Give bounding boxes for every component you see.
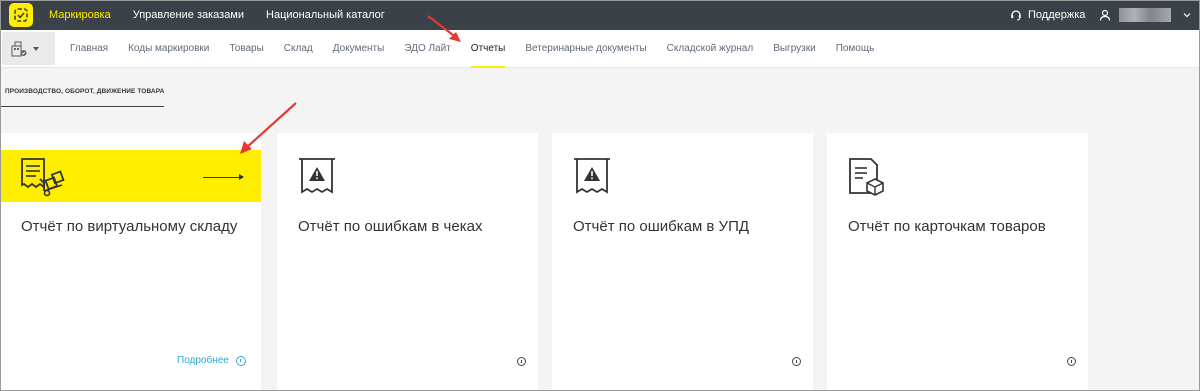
section-tab-production[interactable]: ПРОИЗВОДСТВО, ОБОРОТ, ДВИЖЕНИЕ ТОВАРА (5, 88, 164, 95)
user-menu[interactable] (1099, 0, 1191, 30)
top-nav-marking[interactable]: Маркировка (49, 9, 111, 21)
chevron-down-icon (1183, 13, 1191, 18)
top-nav-catalog[interactable]: Национальный каталог (266, 9, 385, 21)
support-label: Поддержка (1028, 9, 1086, 21)
top-nav: Маркировка Управление заказами Националь… (49, 0, 407, 30)
more-link[interactable]: Подробнее (177, 355, 246, 366)
receipt-warning-icon (299, 158, 335, 194)
card-arrow-icon[interactable] (203, 174, 244, 180)
top-bar: Маркировка Управление заказами Националь… (0, 0, 1200, 30)
subnav-item-warehouse-journal[interactable]: Складской журнал (667, 30, 754, 68)
support-button[interactable]: Поддержка (1010, 0, 1085, 30)
more-link-label: Подробнее (177, 355, 229, 366)
report-card-product-cards[interactable]: Отчёт по карточкам товаров (827, 133, 1088, 391)
section-tab-underline (0, 106, 164, 107)
subnav-item-warehouse[interactable]: Склад (284, 30, 313, 68)
annotation-arrow-reports (427, 15, 461, 42)
report-card-virtual-warehouse[interactable]: Отчёт по виртуальному складу Подробнее (0, 133, 261, 391)
info-icon[interactable] (517, 357, 526, 366)
card-title: Отчёт по ошибкам в УПД (573, 218, 750, 235)
annotation-arrow-card (240, 102, 297, 154)
caret-down-icon (33, 46, 39, 51)
sub-nav-items: Главная Коды маркировки Товары Склад Док… (70, 30, 894, 68)
receipt-warning-icon (574, 158, 610, 194)
headset-icon (1011, 10, 1021, 21)
sub-nav: Главная Коды маркировки Товары Склад Док… (0, 30, 1200, 68)
user-icon (1099, 9, 1111, 21)
info-icon[interactable] (792, 357, 801, 366)
info-icon[interactable] (1067, 357, 1076, 366)
user-name-redacted (1119, 8, 1171, 22)
subnav-item-vet-documents[interactable]: Ветеринарные документы (525, 30, 646, 68)
card-title: Отчёт по виртуальному складу (21, 218, 238, 235)
report-card-upd-errors[interactable]: Отчёт по ошибкам в УПД (552, 133, 813, 391)
subnav-item-marking-codes[interactable]: Коды маркировки (128, 30, 209, 68)
organization-icon (11, 40, 27, 57)
subnav-item-reports[interactable]: Отчеты (470, 30, 505, 68)
top-nav-orders[interactable]: Управление заказами (133, 9, 244, 21)
card-title: Отчёт по ошибкам в чеках (298, 218, 483, 235)
info-icon (235, 355, 246, 366)
report-card-receipt-errors[interactable]: Отчёт по ошибкам в чеках (277, 133, 538, 391)
app-logo-icon[interactable] (9, 3, 33, 27)
warehouse-report-icon (21, 158, 65, 197)
subnav-item-goods[interactable]: Товары (229, 30, 263, 68)
subnav-item-help[interactable]: Помощь (836, 30, 875, 68)
organization-selector[interactable] (2, 32, 55, 65)
card-title: Отчёт по карточкам товаров (848, 218, 1046, 235)
subnav-item-home[interactable]: Главная (70, 30, 108, 68)
document-box-icon (849, 158, 884, 196)
subnav-item-exports[interactable]: Выгрузки (773, 30, 816, 68)
subnav-item-documents[interactable]: Документы (333, 30, 385, 68)
